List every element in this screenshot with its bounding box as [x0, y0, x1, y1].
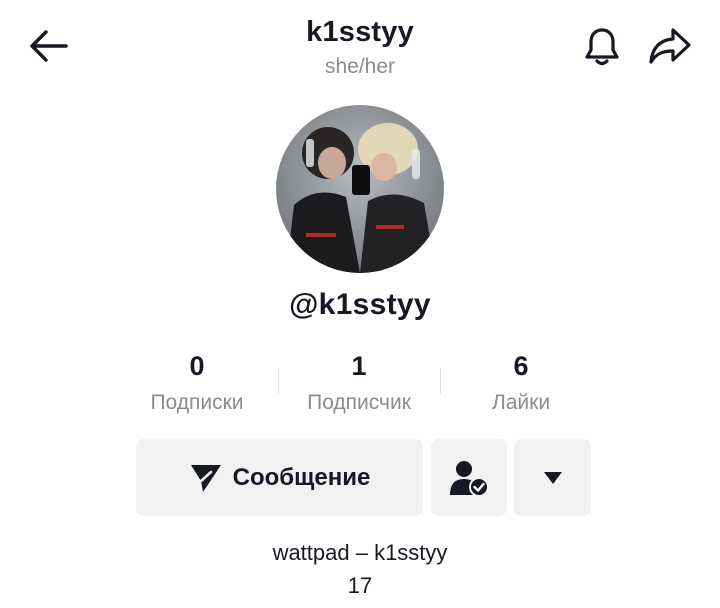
bio-line: wattpad – k1sstyy: [272, 540, 448, 565]
caret-down-icon: [543, 471, 562, 484]
following-button[interactable]: [431, 439, 507, 516]
profile-photo: [276, 105, 444, 273]
message-button-label: Сообщение: [232, 463, 371, 491]
send-icon: [190, 464, 221, 492]
user-check-icon: [450, 460, 489, 497]
profile-handle: @k1sstyy: [289, 288, 431, 321]
stat-following[interactable]: 0 Подписки: [117, 348, 277, 415]
more-options-button[interactable]: [514, 439, 591, 516]
bell-icon: [585, 28, 619, 66]
notifications-button[interactable]: [578, 22, 626, 70]
stat-value: 6: [513, 351, 529, 381]
stat-value: 0: [189, 351, 205, 381]
stat-value: 1: [351, 351, 367, 381]
message-button[interactable]: Сообщение: [136, 439, 423, 516]
avatar[interactable]: [276, 105, 444, 273]
share-button[interactable]: [644, 22, 696, 70]
stat-label: Лайки: [491, 391, 551, 414]
stat-label: Подписки: [150, 391, 244, 414]
share-arrow-icon: [649, 28, 691, 64]
stat-label: Подписчик: [307, 391, 411, 414]
stat-likes[interactable]: 6 Лайки: [441, 348, 601, 415]
bio-line: 17: [347, 573, 373, 598]
stat-followers[interactable]: 1 Подписчик: [279, 348, 439, 415]
